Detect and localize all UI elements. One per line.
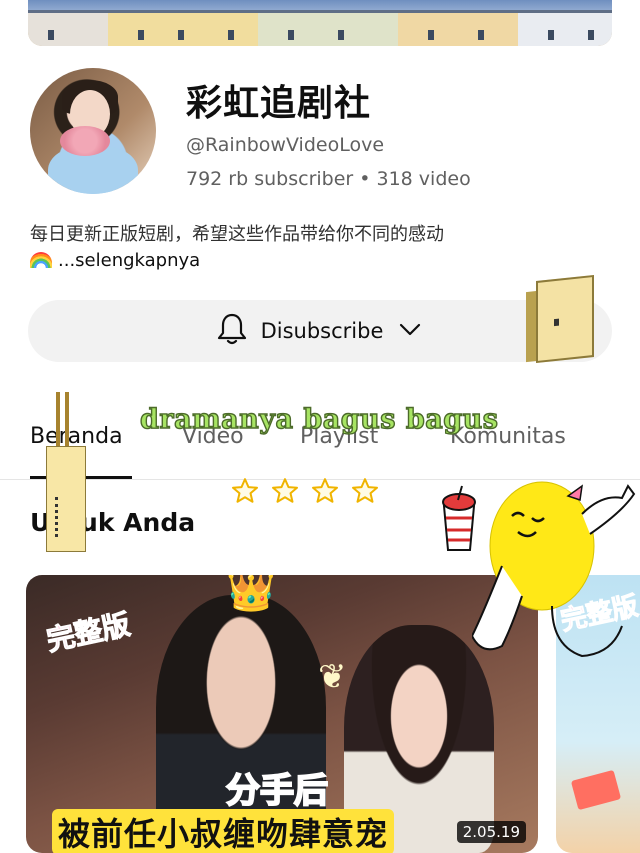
banner-building — [398, 10, 518, 46]
rainbow-icon — [30, 252, 52, 268]
envelope-icon — [570, 769, 622, 811]
subscribed-button[interactable]: Disubscribe — [28, 300, 612, 362]
sticker-text: dramanya bagus bagus — [139, 403, 499, 435]
channel-description[interactable]: 每日更新正版短剧，希望这些作品带给你不同的感动 — [30, 220, 444, 246]
crown-sticker: 👑 — [226, 575, 276, 614]
banner-building — [108, 10, 258, 46]
channel-handle: @RainbowVideoLove — [186, 134, 385, 156]
incense-sticker — [56, 392, 70, 452]
banner-building — [518, 10, 612, 46]
mascot-sticker — [472, 481, 636, 658]
star-icon — [352, 478, 378, 503]
channel-avatar[interactable] — [30, 68, 156, 194]
thumbnail-badge: 完整版 — [43, 607, 133, 658]
star-rating — [230, 476, 380, 506]
banner-building — [28, 10, 108, 46]
star-icon — [312, 478, 338, 503]
video-thumbnail[interactable]: 👑 ❦ 完整版 分手后 被前任小叔缠吻肆意宠 2.05.19 — [26, 575, 538, 853]
bell-icon — [217, 312, 247, 350]
thumbnail-caption: 被前任小叔缠吻肆意宠 — [52, 809, 395, 853]
door-sticker — [536, 274, 594, 364]
star-icon — [232, 478, 258, 503]
banner-building — [258, 10, 398, 46]
incense-sticker — [46, 446, 86, 552]
channel-description-more[interactable]: ...selengkapnya — [30, 250, 200, 271]
butterfly-icon: ❦ — [318, 657, 347, 697]
star-icon — [272, 478, 298, 503]
channel-name: 彩虹追剧社 — [186, 83, 372, 124]
channel-banner — [28, 0, 612, 46]
thumbnail-caption: 分手后 — [225, 770, 329, 812]
subscribed-label: Disubscribe — [260, 319, 384, 343]
chevron-down-icon — [397, 319, 423, 343]
video-duration: 2.05.19 — [456, 821, 526, 843]
more-link[interactable]: ...selengkapnya — [58, 250, 200, 271]
channel-stats: 792 rb subscriber • 318 video — [186, 168, 471, 190]
